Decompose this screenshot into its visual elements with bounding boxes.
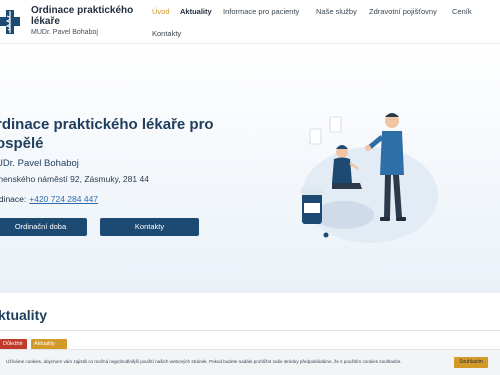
nav-item-informace[interactable]: Informace pro pacienty: [223, 7, 299, 16]
nav-item-aktuality[interactable]: Aktuality: [180, 7, 212, 16]
office-hours-button[interactable]: Ordinační doba: [0, 218, 87, 236]
phone-link[interactable]: +420 724 284 447: [29, 194, 98, 204]
brand-title[interactable]: Ordinace praktického lékaře: [31, 5, 141, 27]
news-heading: ktuality: [0, 307, 48, 323]
doctor-patient-illustration: [301, 113, 438, 243]
hero-title: rdinace praktického lékaře pro ospělé: [0, 115, 256, 153]
hero-title-line1: rdinace praktického lékaře pro: [0, 116, 214, 133]
cookie-consent-bar: Užíváme cookies, abychom vám zajistili c…: [0, 349, 500, 375]
nav-item-pojistovny[interactable]: Zdravotní pojišťovny: [369, 7, 437, 16]
nav-item-kontakty[interactable]: Kontakty: [152, 29, 181, 38]
hero-address: menského náměstí 92, Zásmuky, 281 44: [0, 174, 149, 184]
nav-item-sluzby[interactable]: Naše služby: [316, 7, 357, 16]
cookie-message: Užíváme cookies, abychom vám zajistili c…: [6, 359, 402, 364]
brand-doctor-name: MUDr. Pavel Bohaboj: [31, 29, 98, 36]
hero-title-line2: ospělé: [0, 135, 44, 152]
hero-phone-row: rdinace:+420 724 284 447: [0, 194, 98, 204]
nav-item-uvod[interactable]: Úvod: [152, 7, 170, 16]
phone-label: rdinace:: [0, 194, 27, 204]
hero-section: rdinace praktického lékaře pro ospělé UD…: [0, 45, 500, 293]
contacts-button[interactable]: Kontakty: [100, 218, 199, 236]
cookie-accept-button[interactable]: Souhlasím: [454, 357, 488, 368]
medical-caduceus-icon[interactable]: [0, 8, 20, 36]
news-divider: [0, 330, 500, 331]
hero-doctor-name: UDr. Pavel Bohaboj: [0, 158, 79, 169]
site-header: Ordinace praktického lékaře MUDr. Pavel …: [0, 0, 500, 44]
nav-item-cenik[interactable]: Ceník: [452, 7, 472, 16]
